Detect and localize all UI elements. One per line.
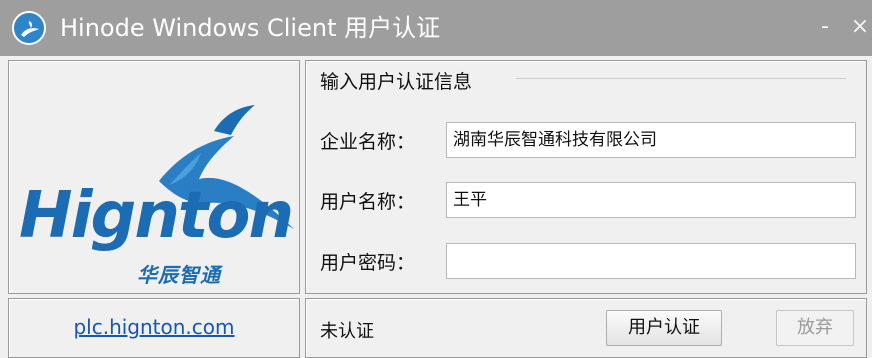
close-icon[interactable]: × bbox=[845, 12, 872, 42]
user-name-label: 用户名称： bbox=[320, 191, 416, 213]
cancel-button[interactable]: 放弃 bbox=[776, 310, 854, 346]
logo-panel: Hignton 华辰智通 bbox=[8, 60, 300, 294]
auth-window: Hinode Windows Client 用户认证 - × Hignton 华… bbox=[0, 0, 872, 358]
authenticate-button[interactable]: 用户认证 bbox=[606, 310, 722, 346]
auth-info-group: 输入用户认证信息 企业名称： 湖南华辰智通科技有限公司 用户名称： 王平 用户密… bbox=[305, 60, 867, 294]
password-field[interactable] bbox=[446, 243, 856, 279]
auth-status: 未认证 bbox=[320, 321, 374, 342]
window-title: Hinode Windows Client 用户认证 bbox=[60, 14, 441, 42]
company-name-label: 企业名称： bbox=[320, 131, 416, 153]
status-panel: 未认证 用户认证 放弃 bbox=[305, 298, 867, 358]
company-name-field[interactable]: 湖南华辰智通科技有限公司 bbox=[446, 122, 856, 158]
website-link[interactable]: plc.hignton.com bbox=[9, 315, 299, 339]
title-bar[interactable]: Hinode Windows Client 用户认证 - × bbox=[0, 0, 872, 56]
user-name-field[interactable]: 王平 bbox=[446, 182, 856, 218]
client-logo-icon bbox=[12, 11, 46, 45]
link-panel: plc.hignton.com bbox=[8, 298, 300, 358]
group-title: 输入用户认证信息 bbox=[320, 67, 479, 94]
password-label: 用户密码： bbox=[320, 252, 416, 274]
brand-wordmark: Hignton bbox=[19, 179, 294, 253]
minimize-icon[interactable]: - bbox=[810, 12, 840, 42]
group-divider bbox=[516, 78, 846, 79]
brand-chinese-name: 华辰智通 bbox=[137, 263, 221, 287]
